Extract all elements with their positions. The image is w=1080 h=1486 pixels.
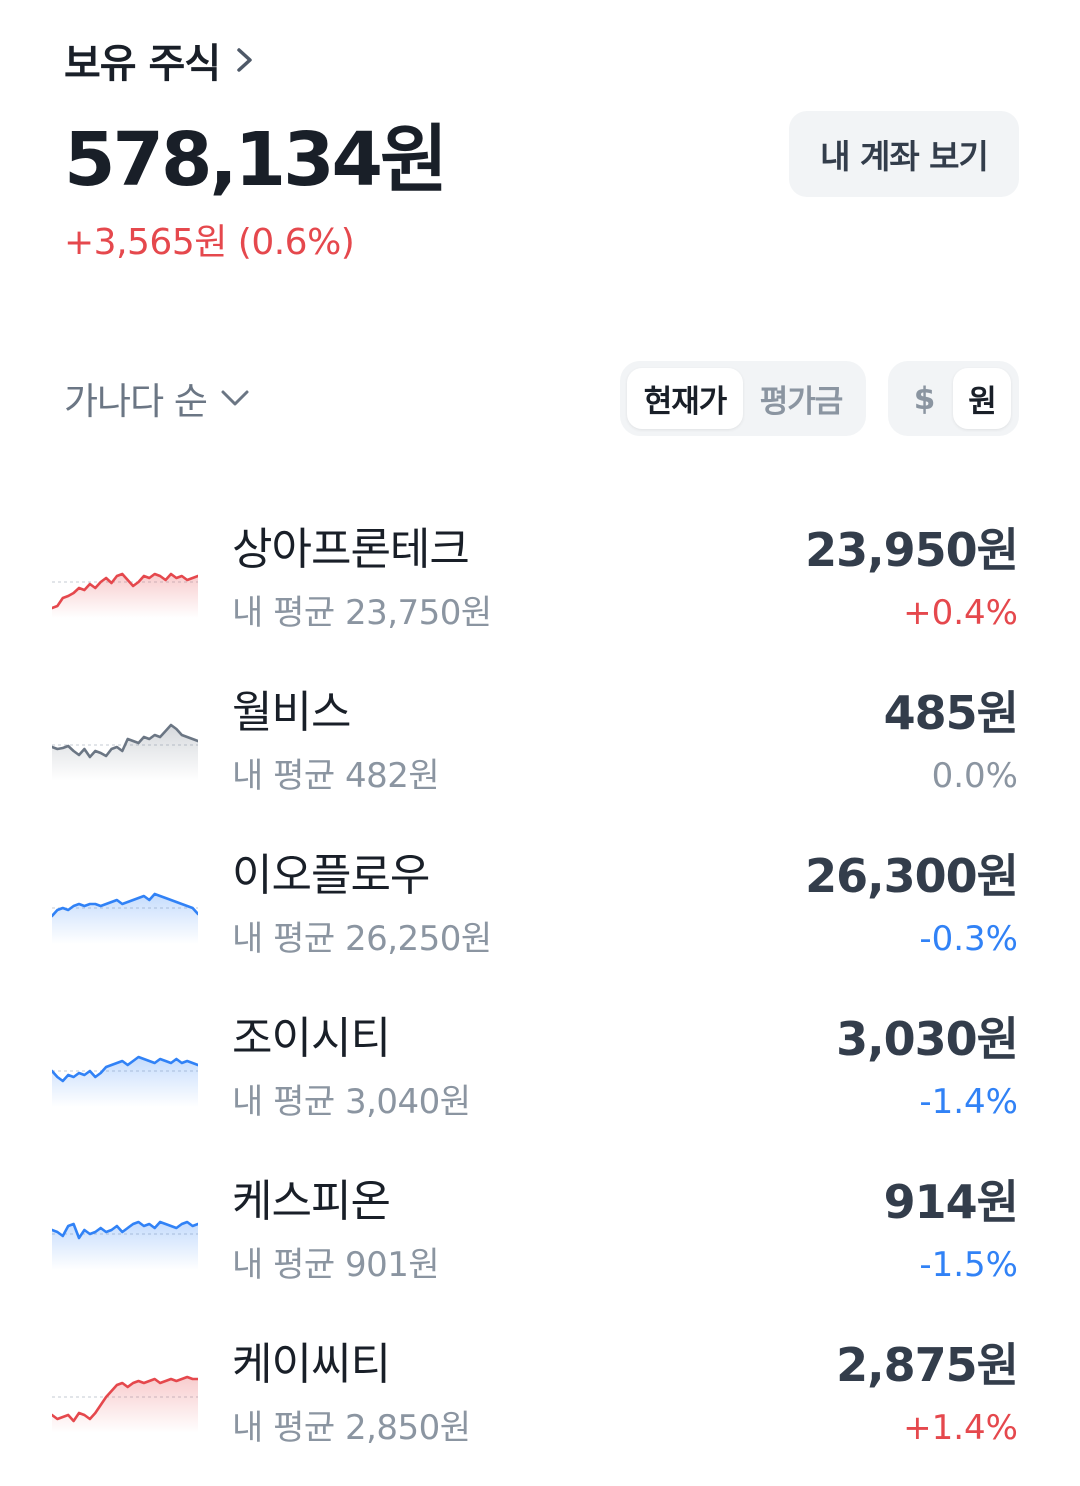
sparkline-chart [52, 1055, 198, 1107]
average-price: 내 평균 482원 [232, 756, 440, 796]
sparkline-chart [52, 723, 198, 781]
change-percent: 0.0% [931, 756, 1018, 796]
holdings-header-link[interactable]: 보유 주식 [64, 30, 256, 90]
current-price: 485원 [883, 686, 1019, 740]
sparkline-chart [52, 1375, 198, 1433]
view-account-button[interactable]: 내 계좌 보기 [789, 111, 1019, 197]
stock-row[interactable]: 케이씨티 내 평균 2,850원 2,875원 +1.4% [0, 1315, 1080, 1478]
stock-name: 월비스 [232, 687, 351, 738]
stock-row[interactable]: 이오플로우 내 평균 26,250원 26,300원 -0.3% [0, 826, 1080, 989]
total-change: +3,565원 (0.6%) [64, 222, 355, 263]
sparkline-area [52, 725, 198, 781]
change-percent: +0.4% [903, 593, 1018, 633]
chevron-right-icon [237, 48, 252, 72]
change-percent: -1.5% [919, 1245, 1018, 1285]
stock-row[interactable]: 조이시티 내 평균 3,040원 3,030원 -1.4% [0, 989, 1080, 1152]
price-mode-toggle: 현재가 평가금 [620, 361, 866, 436]
stock-list: 상아프론테크 내 평균 23,750원 23,950원 +0.4% 월비스 내 … [0, 500, 1080, 1478]
stock-name: 케스피온 [232, 1176, 391, 1227]
currency-krw[interactable]: 원 [953, 368, 1011, 429]
currency-toggle: $ 원 [888, 361, 1019, 436]
current-price: 26,300원 [805, 849, 1019, 903]
change-percent: +1.4% [903, 1408, 1018, 1448]
stock-name: 이오플로우 [232, 850, 430, 901]
change-percent: -1.4% [919, 1082, 1018, 1122]
average-price: 내 평균 901원 [232, 1245, 440, 1285]
sparkline-chart [52, 572, 198, 618]
sort-dropdown[interactable]: 가나다 순 [64, 370, 251, 426]
current-price: 914원 [883, 1175, 1019, 1229]
change-percent: -0.3% [919, 919, 1018, 959]
sort-label: 가나다 순 [64, 380, 208, 423]
stock-name: 케이씨티 [232, 1339, 391, 1390]
stock-row[interactable]: 상아프론테크 내 평균 23,750원 23,950원 +0.4% [0, 500, 1080, 663]
currency-usd[interactable]: $ [895, 368, 953, 429]
sparkline-chart [52, 892, 198, 944]
chevron-down-icon [221, 390, 249, 406]
current-price: 23,950원 [805, 523, 1019, 577]
average-price: 내 평균 23,750원 [232, 593, 492, 633]
average-price: 내 평균 2,850원 [232, 1408, 471, 1448]
sparkline-area [52, 574, 198, 618]
average-price: 내 평균 3,040원 [232, 1082, 471, 1122]
current-price: 3,030원 [836, 1012, 1019, 1066]
stock-row[interactable]: 월비스 내 평균 482원 485원 0.0% [0, 663, 1080, 826]
holdings-title: 보유 주식 [64, 41, 221, 87]
average-price: 내 평균 26,250원 [232, 919, 492, 959]
stock-name: 조이시티 [232, 1013, 391, 1064]
price-mode-current[interactable]: 현재가 [627, 368, 743, 429]
current-price: 2,875원 [836, 1338, 1019, 1392]
total-value: 578,134원 [64, 117, 448, 203]
stock-row[interactable]: 케스피온 내 평균 901원 914원 -1.5% [0, 1152, 1080, 1315]
price-mode-valuation[interactable]: 평가금 [743, 368, 859, 429]
sparkline-chart [52, 1220, 198, 1270]
stock-name: 상아프론테크 [232, 524, 470, 575]
